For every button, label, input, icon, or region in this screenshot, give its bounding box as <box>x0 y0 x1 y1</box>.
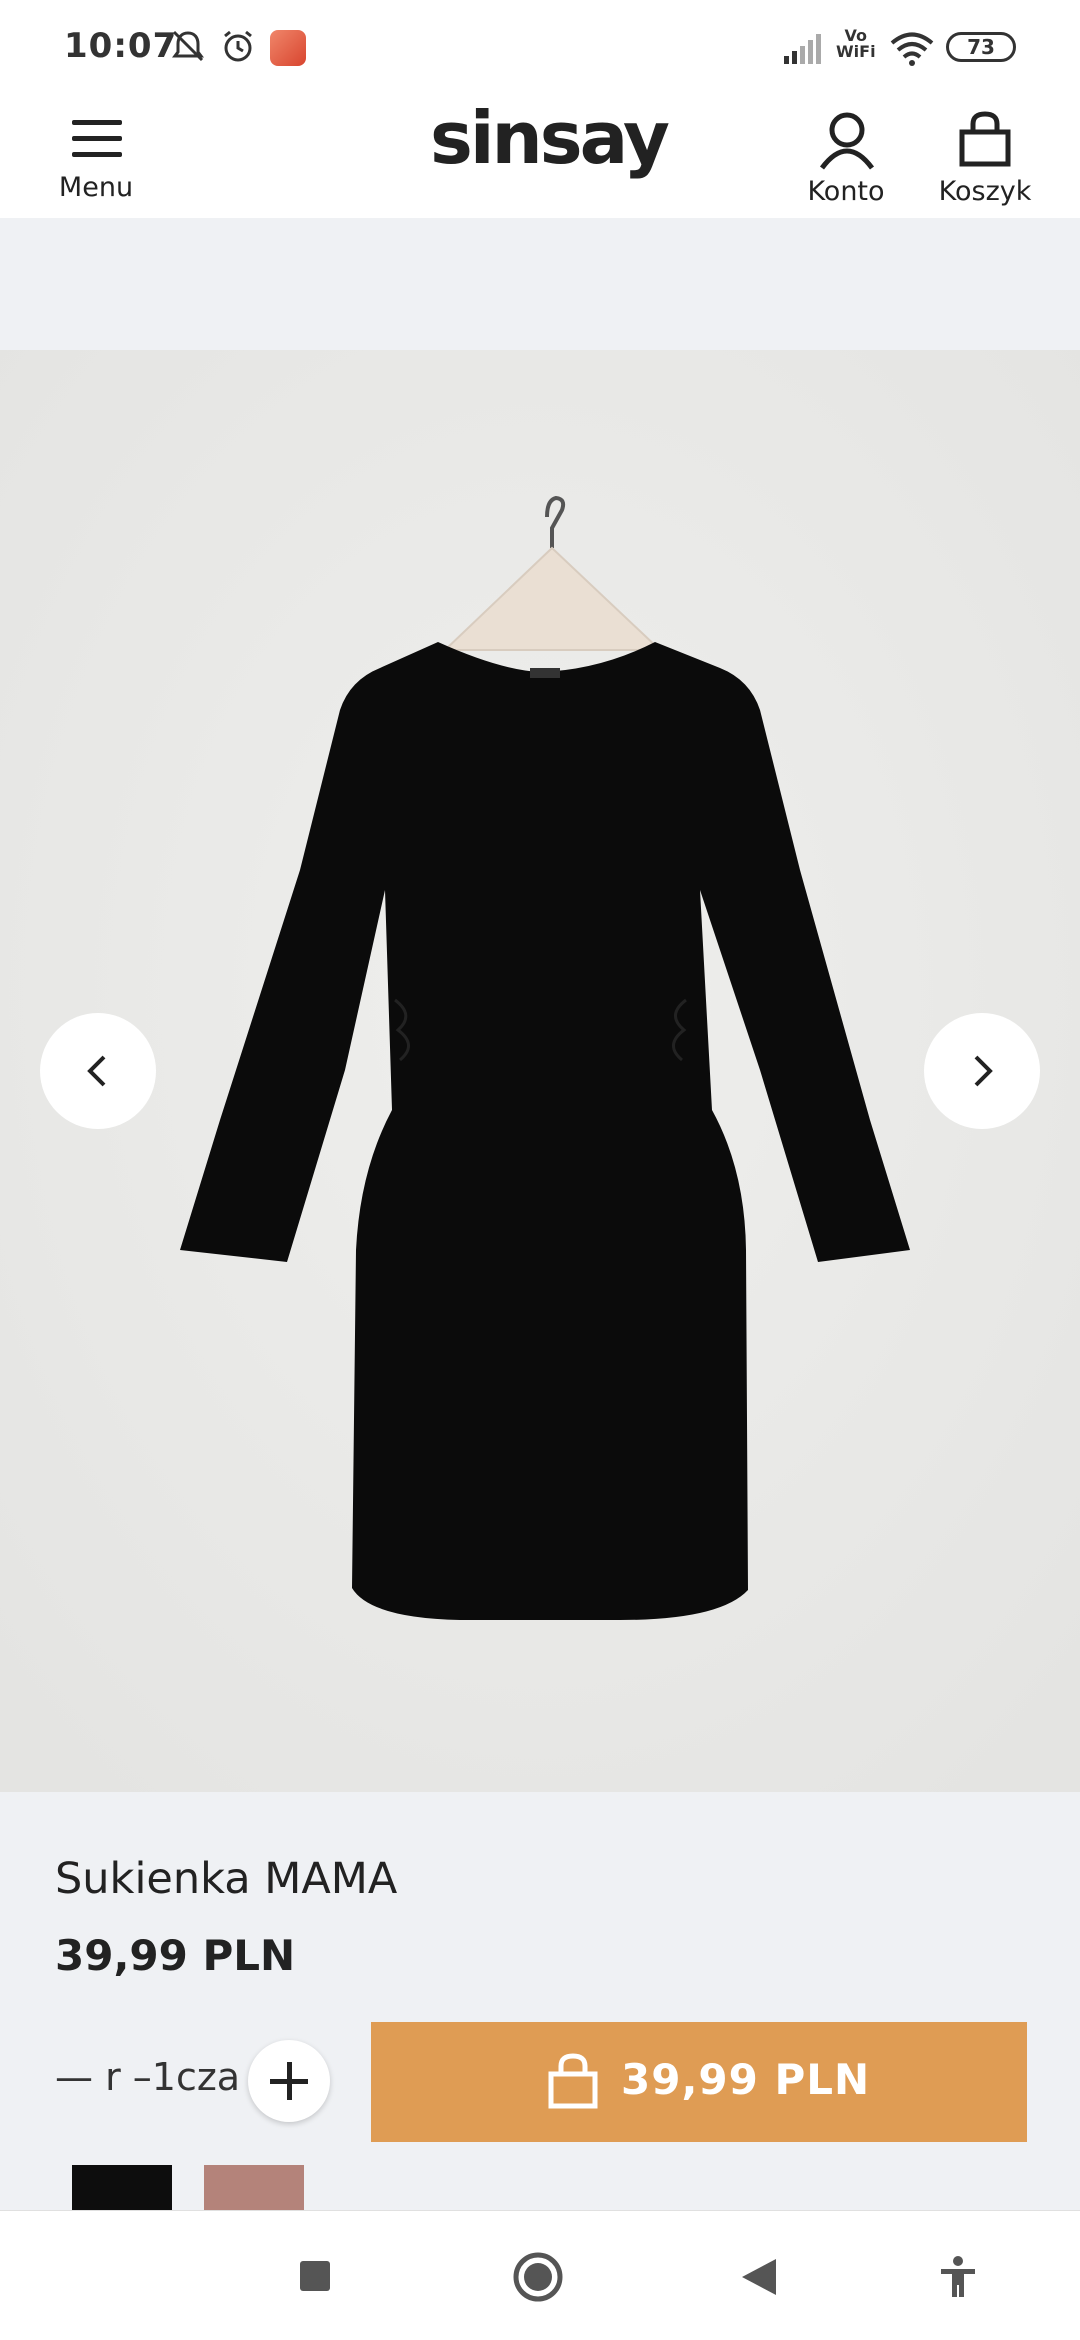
product-title: Sukienka MAMA <box>55 1854 398 1904</box>
status-bar: 10:07 Vo WiFi 73 <box>0 0 1080 90</box>
quantity-plus-button[interactable] <box>248 2040 330 2122</box>
menu-button[interactable]: Menu <box>50 102 142 206</box>
mute-icon <box>172 30 204 62</box>
system-navigation-bar <box>0 2210 1080 2340</box>
color-swatch-black[interactable] <box>72 2165 172 2210</box>
shopping-bag-icon <box>959 111 1011 167</box>
chevron-left-icon <box>87 1055 106 1087</box>
accessibility-icon[interactable] <box>938 2255 978 2299</box>
recents-icon[interactable] <box>298 2259 332 2293</box>
status-time: 10:07 <box>64 26 178 66</box>
battery-icon: 73 <box>946 32 1016 62</box>
gallery-next-button[interactable] <box>924 1013 1040 1129</box>
cart-label: Koszyk <box>938 176 1032 207</box>
hamburger-icon <box>72 120 122 158</box>
shopping-bag-icon <box>548 2053 598 2109</box>
account-label: Konto <box>807 176 885 207</box>
home-icon[interactable] <box>512 2251 564 2303</box>
color-swatch-pink[interactable] <box>204 2165 304 2210</box>
cart-button[interactable]: Koszyk <box>930 102 1040 207</box>
product-gallery[interactable] <box>0 350 1080 1792</box>
signal-icon <box>784 34 821 64</box>
app-notification-icon <box>270 30 306 66</box>
add-to-cart-price: 39,99 PLN <box>621 2055 871 2104</box>
add-to-cart-button[interactable]: 39,99 PLN <box>371 2022 1027 2142</box>
size-selector-fragment[interactable]: — r –1cza <box>55 2055 240 2099</box>
wifi-icon <box>890 32 934 66</box>
chevron-right-icon <box>974 1055 993 1087</box>
alarm-icon <box>224 30 252 62</box>
product-price: 39,99 PLN <box>55 1931 296 1980</box>
user-icon <box>819 112 875 170</box>
product-image <box>0 350 1080 1792</box>
gallery-prev-button[interactable] <box>40 1013 156 1129</box>
sinsay-logo[interactable]: sinsay <box>430 96 670 180</box>
account-button[interactable]: Konto <box>796 102 896 207</box>
site-header: Menu sinsay Konto Koszyk <box>0 90 1080 218</box>
menu-label: Menu <box>58 172 134 203</box>
vowifi-indicator: Vo WiFi <box>836 26 876 61</box>
back-icon[interactable] <box>740 2257 778 2297</box>
